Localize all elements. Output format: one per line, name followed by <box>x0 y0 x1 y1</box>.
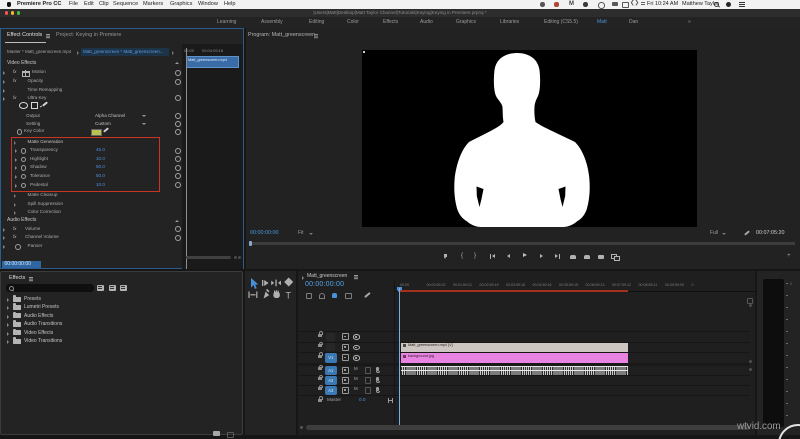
svg-text:T: T <box>286 290 292 300</box>
